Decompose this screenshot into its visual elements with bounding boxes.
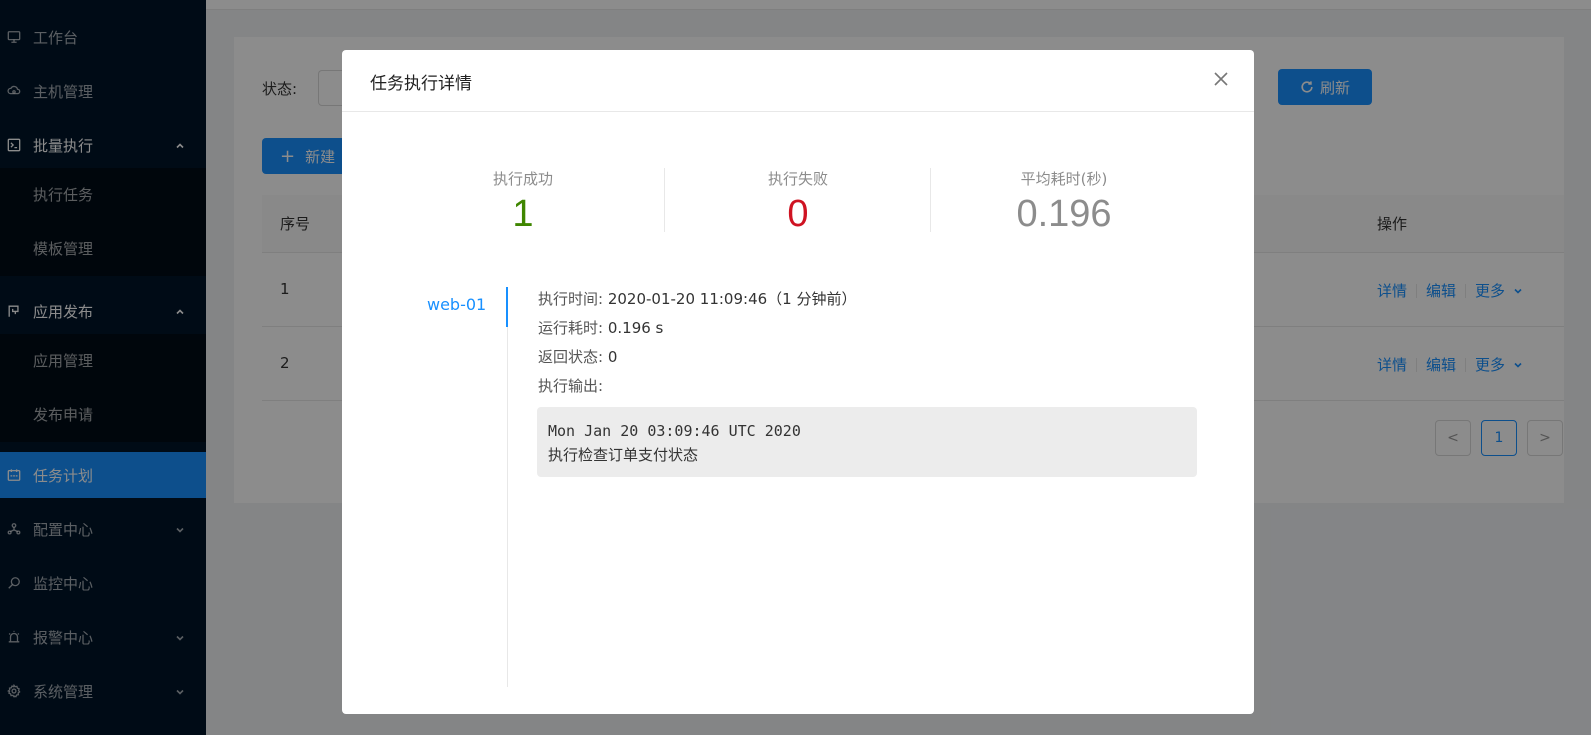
exec-time-row: 执行时间: 2020-01-20 11:09:46（1 分钟前） bbox=[538, 288, 856, 309]
stat-value: 1 bbox=[512, 193, 534, 235]
exec-time-label: 执行时间: bbox=[538, 290, 604, 308]
tab-active-indicator bbox=[506, 287, 508, 327]
output-row: 执行输出: bbox=[538, 375, 603, 396]
duration-value: 0.196 s bbox=[607, 319, 664, 337]
return-code-value: 0 bbox=[607, 348, 618, 366]
close-icon[interactable] bbox=[1212, 70, 1232, 90]
stat-failure: 执行失败 0 bbox=[665, 168, 931, 237]
stat-value: 0.196 bbox=[1016, 193, 1112, 235]
return-code-label: 返回状态: bbox=[538, 348, 604, 366]
exec-time-value: 2020-01-20 11:09:46（1 分钟前） bbox=[607, 290, 857, 308]
output-line: 执行检查订单支付状态 bbox=[548, 446, 699, 464]
output-block: Mon Jan 20 03:09:46 UTC 2020 执行检查订单支付状态 bbox=[537, 407, 1197, 477]
return-code-row: 返回状态: 0 bbox=[538, 346, 617, 367]
tab-divider bbox=[507, 287, 508, 687]
modal-header: 任务执行详情 bbox=[342, 50, 1254, 112]
stat-label: 执行成功 bbox=[492, 170, 553, 188]
stat-value: 0 bbox=[787, 193, 809, 235]
output-line: Mon Jan 20 03:09:46 UTC 2020 bbox=[548, 422, 801, 440]
duration-row: 运行耗时: 0.196 s bbox=[538, 317, 663, 338]
stat-success: 执行成功 1 bbox=[390, 168, 656, 237]
stat-label: 平均耗时(秒) bbox=[1020, 170, 1108, 188]
duration-label: 运行耗时: bbox=[538, 319, 604, 337]
output-label: 执行输出: bbox=[538, 377, 604, 395]
host-tab-web-01[interactable]: web-01 bbox=[427, 295, 486, 314]
modal-title: 任务执行详情 bbox=[370, 74, 472, 94]
stat-avg-duration: 平均耗时(秒) 0.196 bbox=[931, 168, 1197, 237]
stat-label: 执行失败 bbox=[767, 170, 828, 188]
task-detail-modal: 任务执行详情 执行成功 1 执行失败 0 平均耗时(秒) 0.196 web-0… bbox=[342, 50, 1254, 714]
